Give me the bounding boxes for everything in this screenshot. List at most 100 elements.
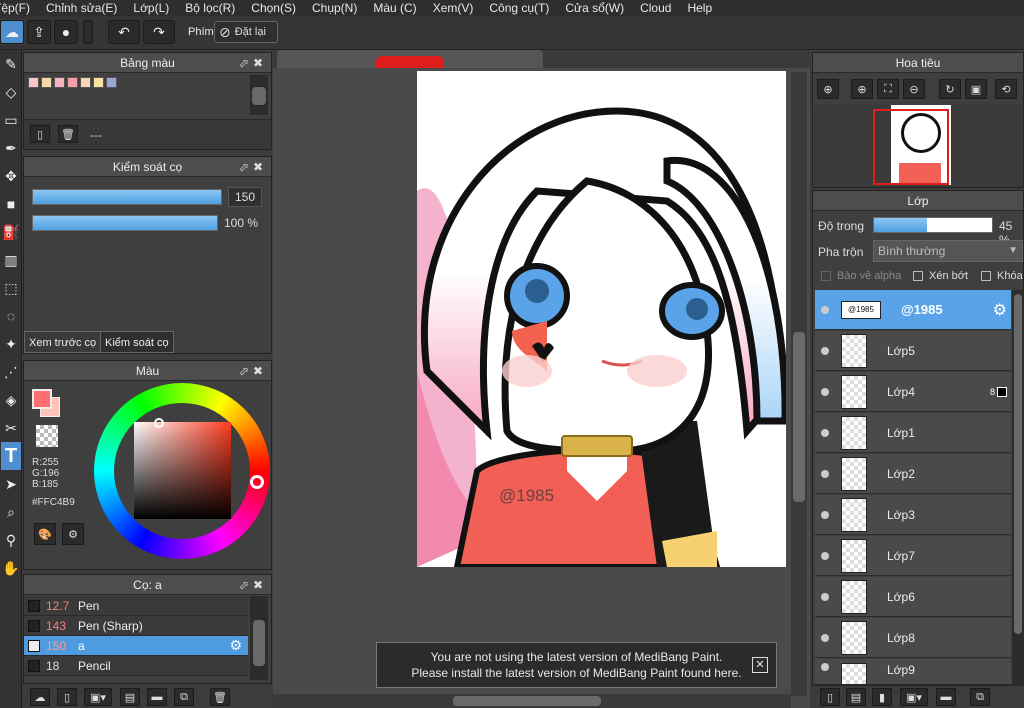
canvas-tab-handle[interactable] (376, 56, 444, 68)
layer-scroll-thumb[interactable] (1014, 294, 1022, 634)
menu-layer[interactable]: Lớp(L) (125, 1, 177, 15)
tool-zoom[interactable]: ⚲ (1, 526, 21, 554)
eye-icon[interactable] (821, 510, 829, 519)
tool-brush[interactable]: ✎ (1, 50, 21, 78)
tool-fill-rect[interactable]: ■ (1, 190, 21, 218)
share-button[interactable]: ⇪ (27, 20, 51, 44)
add-layer-menu-button[interactable]: ▣▾ (900, 688, 928, 706)
layer-item[interactable]: Lớp1 (815, 413, 1011, 453)
add-brush-menu-button[interactable]: ▣▾ (84, 688, 112, 706)
fit-screen-button[interactable]: ⛶ (877, 79, 899, 99)
brush-scroll-thumb[interactable] (253, 620, 265, 666)
cloud-brush-button[interactable]: ☁ (30, 688, 50, 706)
menu-file[interactable]: Tệp(F) (0, 1, 38, 15)
brush-list-item[interactable]: 143 Pen (Sharp) (24, 616, 248, 636)
artboard[interactable]: @1985 (417, 71, 786, 567)
menu-window[interactable]: Cửa sổ(W) (557, 1, 632, 15)
new-palette-button[interactable]: ▯ (30, 125, 50, 143)
clipping-checkbox[interactable] (913, 271, 923, 281)
reset-rotation-button[interactable]: ⟲ (995, 79, 1017, 99)
layer-item[interactable]: Lớp7 (815, 536, 1011, 576)
tool-lasso[interactable]: ◌ (1, 302, 21, 330)
tool-eyedropper[interactable]: ⌕ (1, 498, 21, 526)
toolbar-grip[interactable] (83, 20, 93, 44)
tool-select-eraser[interactable]: ◈ (1, 386, 21, 414)
eye-icon[interactable] (821, 346, 829, 355)
brush-settings-button[interactable]: ▤ (120, 688, 140, 706)
transparent-color-swatch[interactable] (36, 425, 58, 447)
eye-icon[interactable] (821, 305, 829, 314)
canvas-hscroll-thumb[interactable] (453, 696, 601, 706)
menu-filter[interactable]: Bộ lọc(R) (177, 1, 243, 15)
tool-move[interactable]: ✥ (1, 162, 21, 190)
panel-controls[interactable]: ⬀✖ (239, 53, 267, 73)
color-palette-button[interactable]: 🎨 (34, 523, 56, 545)
layer-item[interactable]: Lớp9 (815, 659, 1011, 685)
brush-opacity-slider[interactable] (32, 215, 218, 231)
menu-color[interactable]: Màu (C) (365, 1, 424, 15)
tool-eraser[interactable]: ◇ (1, 78, 21, 106)
tab-brush-preview[interactable]: Xem trước cọ (24, 331, 102, 353)
tool-magic-wand[interactable]: ✦ (1, 330, 21, 358)
new-layer-button[interactable]: ▯ (820, 688, 840, 706)
layer-item[interactable]: Lớp4 8 (815, 372, 1011, 412)
tab-brush-control[interactable]: Kiểm soát cọ (100, 331, 174, 353)
menu-select[interactable]: Chọn(S) (243, 1, 304, 15)
brush-size-value[interactable]: 150 (228, 187, 262, 207)
panel-controls[interactable]: ⬀✖ (239, 575, 267, 595)
canvas-vertical-scrollbar[interactable] (791, 72, 807, 696)
redo-button[interactable]: ↷ (143, 20, 175, 44)
saturation-value-square[interactable] (134, 418, 231, 519)
notice-close-button[interactable]: ✕ (752, 657, 768, 673)
brush-list-item[interactable]: 18 Pencil (24, 656, 248, 676)
hue-picker-marker[interactable] (250, 475, 264, 489)
palette-swatch[interactable] (80, 77, 91, 88)
navigator-viewport-rect[interactable] (873, 109, 949, 185)
actual-size-button[interactable]: ▣ (965, 79, 987, 99)
layer-folder-button[interactable]: ▬ (936, 688, 956, 706)
brush-list-item[interactable]: 12.7 Pen (24, 596, 248, 616)
rotate-button[interactable]: ↻ (939, 79, 961, 99)
brush-list-scrollbar[interactable] (250, 596, 268, 680)
palette-swatch[interactable] (93, 77, 104, 88)
eye-icon[interactable] (821, 592, 829, 601)
lock-checkbox[interactable] (981, 271, 991, 281)
menu-view[interactable]: Xem(V) (425, 1, 482, 15)
layer-item[interactable]: Lớp6 (815, 577, 1011, 617)
duplicate-layer-button[interactable]: ⧉ (970, 688, 990, 706)
tool-cut[interactable]: ✂ (1, 414, 21, 442)
tool-gradient[interactable]: ▥ (1, 246, 21, 274)
gear-icon[interactable]: ⚙ (229, 637, 242, 654)
cloud-sync-button[interactable]: ☁ (0, 20, 24, 44)
layer-item[interactable]: Lớp8 (815, 618, 1011, 658)
eye-icon[interactable] (821, 551, 829, 560)
layer-item[interactable]: Lớp2 (815, 454, 1011, 494)
new-8bit-layer-button[interactable]: ▮ (872, 688, 892, 706)
color-settings-button[interactable]: ⚙ (62, 523, 84, 545)
brush-list-item-selected[interactable]: 150 a ⚙ (24, 636, 248, 656)
layer-item[interactable]: Lớp5 (815, 331, 1011, 371)
eye-icon[interactable] (821, 633, 829, 642)
canvas-horizontal-scrollbar[interactable] (273, 694, 791, 708)
eye-icon[interactable] (821, 387, 829, 396)
palette-scrollbar[interactable] (250, 75, 268, 115)
layer-item-selected[interactable]: @1985 @1985 ⚙ (815, 290, 1011, 330)
palette-swatch[interactable] (28, 77, 39, 88)
duplicate-brush-button[interactable]: ⧉ (174, 688, 194, 706)
zoom-in-button[interactable]: ⊕ (817, 79, 839, 99)
eye-icon[interactable] (821, 663, 829, 671)
gear-icon[interactable]: ⚙ (993, 300, 1007, 320)
tool-operation[interactable]: ➤ (1, 470, 21, 498)
palette-swatch[interactable] (67, 77, 78, 88)
menu-snap[interactable]: Chụp(N) (304, 1, 365, 15)
new-halftone-layer-button[interactable]: ▤ (846, 688, 866, 706)
reset-button[interactable]: ⊘ Đặt lại (214, 21, 278, 43)
update-notice[interactable]: You are not using the latest version of … (376, 642, 777, 688)
tool-text[interactable]: T (1, 442, 21, 470)
undo-button[interactable]: ↶ (108, 20, 140, 44)
delete-brush-button[interactable]: 🗑 (210, 688, 230, 706)
new-brush-button[interactable]: ▯ (57, 688, 77, 706)
palette-swatch[interactable] (106, 77, 117, 88)
layer-list-scrollbar[interactable] (1012, 290, 1024, 686)
tool-select-rect[interactable]: ⬚ (1, 274, 21, 302)
